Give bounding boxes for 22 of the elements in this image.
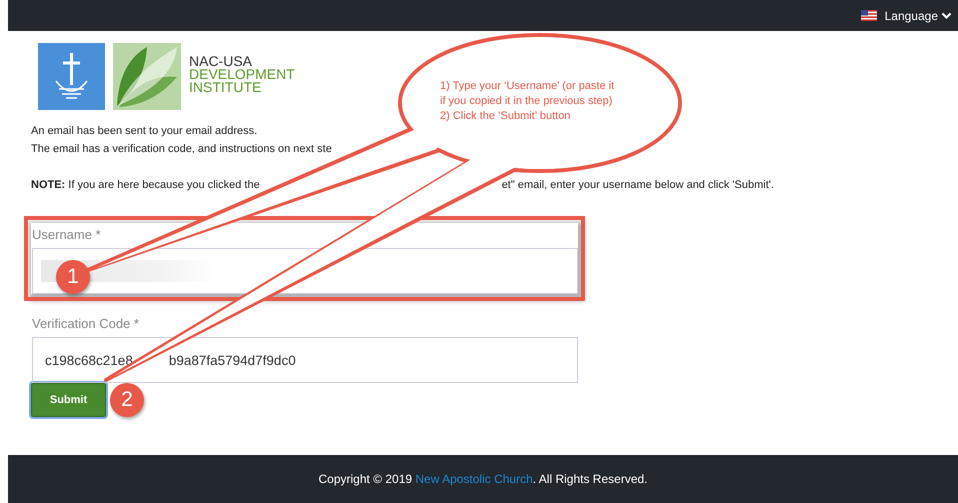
message-text: The email has a verification code, and instructions on next ste [31, 142, 333, 157]
submit-button[interactable]: Submit [31, 383, 106, 417]
note-text: NOTE: If you are here because you clicked the [31, 179, 260, 191]
input-field[interactable]: c198c68c21e8 b9a87fa5794d7f9dc0 [32, 337, 578, 383]
logo-text: INSTITUTE [189, 81, 262, 94]
step-badge: 2 [110, 383, 144, 417]
field-value-text: b9a87fa5794d7f9dc0 [168, 352, 296, 368]
flag-icon [860, 10, 877, 21]
logo-text: DEVELOPMENT [189, 68, 295, 81]
logo-text: NAC-USA [189, 55, 254, 68]
cross-logo-icon [38, 43, 105, 110]
chevron-down-icon [941, 12, 952, 20]
note-text: et" email, enter your username below and click 'Submit'. [502, 179, 774, 191]
field-label: Username * [32, 227, 102, 242]
field-label: Verification Code * [32, 316, 140, 331]
field-value-text: c198c68c21e8 [45, 352, 133, 368]
copyright-text: Copyright © 2019 New Apostolic Church. All Rights Reserved. [318, 472, 648, 486]
language-menu[interactable]: Language [884, 8, 952, 22]
leaf-logo-icon [113, 43, 181, 110]
church-link[interactable]: New Apostolic Church [415, 472, 533, 486]
callout-text: 1) Type your ‘Username’ (or paste it if you copied it in the previous step) 2) Click the ‘Submit’ button [440, 79, 614, 124]
message-text: An email has been sent to your email address. [31, 124, 258, 139]
